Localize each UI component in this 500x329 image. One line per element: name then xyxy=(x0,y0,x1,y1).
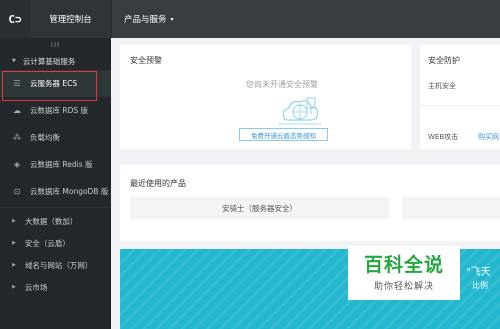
security-protection-title: 安全防护 xyxy=(428,56,460,65)
server-icon: ☰ xyxy=(13,79,21,88)
console-logo-icon[interactable]: C⊃ xyxy=(0,0,30,38)
sidebar-item-label: 云数据库 Redis 版 xyxy=(30,160,93,169)
sidebar-item-rds[interactable]: ☁ 云数据库 RDS 版 xyxy=(0,97,111,124)
chevron-right-icon: ▶ xyxy=(12,284,16,290)
chevron-right-icon: ▶ xyxy=(12,218,16,224)
banner-headline: "飞天 xyxy=(466,267,491,278)
sidebar-item-label: 云服务器 ECS xyxy=(30,79,78,88)
sidebar-item-mongodb[interactable]: ⊡ 云数据库 MongoDB 版 xyxy=(0,178,111,205)
recent-products-card: 最近使用的产品 安骑士（服务器安全） xyxy=(120,165,500,241)
chevron-down-icon: ▾ xyxy=(170,15,174,23)
mongodb-icon: ⊡ xyxy=(13,187,21,196)
security-protection-card: 安全防护 主机安全 WEB攻击 购买网 xyxy=(420,45,500,149)
recent-product-item[interactable] xyxy=(402,197,500,219)
products-and-services-menu[interactable]: 产品与服务 ▾ xyxy=(124,13,174,25)
sidebar-group-label: 域名与网站（万网） xyxy=(24,260,93,270)
database-icon: ☁ xyxy=(13,106,21,115)
security-alert-title: 安全预警 xyxy=(130,56,162,65)
sidebar-item-load-balancer[interactable]: ⁂ 负载均衡 xyxy=(0,124,111,151)
sidebar-group-security[interactable]: ▶ 安全（云盾） xyxy=(0,232,111,254)
watermark-title: 百科全说 xyxy=(363,254,444,276)
chevron-right-icon: ▶ xyxy=(12,240,16,246)
enable-situational-awareness-button[interactable]: 免费开通云盾态势感知 xyxy=(239,128,328,141)
sidebar-group-marketplace[interactable]: ▶ 云市场 xyxy=(0,276,111,298)
redis-icon: ◈ xyxy=(13,160,21,169)
recent-products-title: 最近使用的产品 xyxy=(130,179,186,188)
sidebar-group-big-data[interactable]: ▶ 大数据（数加） xyxy=(0,210,111,232)
watermark-logo: 百科全说 助你轻松解决 xyxy=(348,246,460,300)
sidebar-item-label: 负载均衡 xyxy=(30,133,60,142)
sidebar-item-ecs[interactable]: ☰ 云服务器 ECS xyxy=(0,70,111,101)
sidebar-group-domains[interactable]: ▶ 域名与网站（万网） xyxy=(0,254,111,276)
sidebar-group-label: 云计算基础服务 xyxy=(22,56,76,66)
sidebar-group-label: 云市场 xyxy=(24,282,48,292)
sidebar-item-label: 云数据库 MongoDB 版 xyxy=(30,187,109,196)
console-home-link[interactable]: 管理控制台 xyxy=(30,0,112,38)
security-alert-card: 安全预警 您尚未开通安全预警 免费开通云盾态势感知 xyxy=(120,45,411,149)
sidebar-group-label: 安全（云盾） xyxy=(24,238,70,248)
recent-product-item[interactable]: 安骑士（服务器安全） xyxy=(130,197,389,219)
sidebar-item-label: 云数据库 RDS 版 xyxy=(30,106,89,115)
sidebar-group-cloud-basic[interactable]: ▼ 云计算基础服务 xyxy=(0,52,111,70)
load-balancer-icon: ⁂ xyxy=(13,133,21,142)
sidebar-divider xyxy=(0,207,111,208)
alert-illustration-icon xyxy=(278,97,322,125)
top-navigation-bar: C⊃ 管理控制台 产品与服务 ▾ xyxy=(0,0,500,38)
sidebar-collapse-handle[interactable]: III xyxy=(0,38,111,52)
sidebar-item-redis[interactable]: ◈ 云数据库 Redis 版 xyxy=(0,151,111,178)
chevron-right-icon: ▶ xyxy=(12,262,16,268)
products-menu-label: 产品与服务 xyxy=(124,15,167,25)
guard-divider xyxy=(420,105,500,106)
watermark-subtitle: 助你轻松解决 xyxy=(373,282,434,292)
buy-link[interactable]: 购买网 xyxy=(478,132,499,142)
banner-subline: 比例 xyxy=(472,281,488,290)
web-attack-label: WEB攻击 xyxy=(428,133,459,141)
sidebar: III ▼ 云计算基础服务 ☰ 云服务器 ECS ☁ 云数据库 RDS 版 ⁂ … xyxy=(0,38,111,329)
chevron-down-icon: ▼ xyxy=(12,58,16,64)
host-security-label: 主机安全 xyxy=(428,82,456,90)
sidebar-group-label: 大数据（数加） xyxy=(24,216,78,226)
security-alert-empty-text: 您尚未开通安全预警 xyxy=(246,80,318,89)
